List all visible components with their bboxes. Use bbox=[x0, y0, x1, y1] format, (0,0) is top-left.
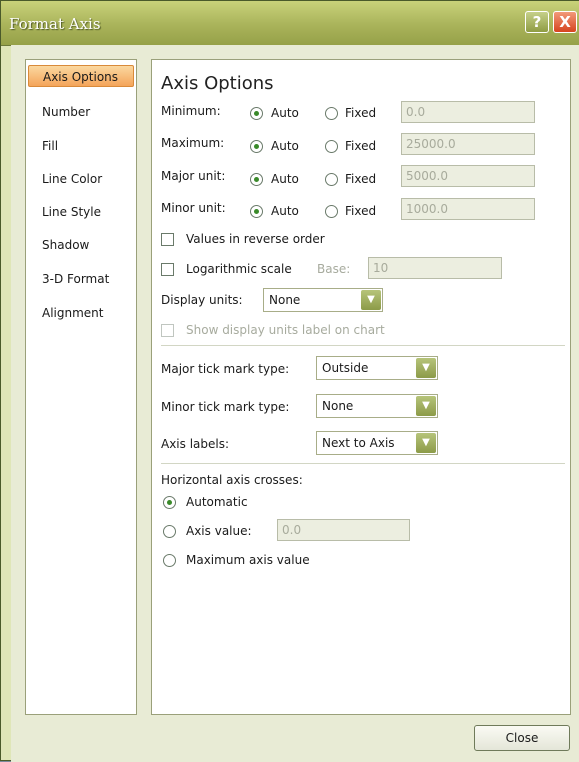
crosses-automatic-radio[interactable] bbox=[163, 496, 176, 509]
major-tick-select[interactable]: Outside ▼ bbox=[316, 356, 438, 380]
minimum-fixed-label[interactable]: Fixed bbox=[345, 106, 376, 120]
major-unit-auto-label[interactable]: Auto bbox=[271, 172, 299, 186]
maximum-fixed-label[interactable]: Fixed bbox=[345, 139, 376, 153]
chevron-down-icon[interactable]: ▼ bbox=[416, 396, 436, 416]
close-button[interactable]: Close bbox=[474, 725, 570, 751]
crosses-axis-value-label[interactable]: Axis value: bbox=[186, 524, 252, 538]
log-scale-checkbox[interactable] bbox=[161, 263, 174, 276]
minor-unit-auto-radio[interactable] bbox=[250, 205, 263, 218]
crosses-label: Horizontal axis crosses: bbox=[161, 473, 303, 487]
crosses-maximum-label[interactable]: Maximum axis value bbox=[186, 553, 310, 567]
format-axis-dialog: Format Axis ? X Axis Options Number Fill… bbox=[0, 0, 579, 762]
major-unit-fixed-label[interactable]: Fixed bbox=[345, 172, 376, 186]
minimum-fixed-radio[interactable] bbox=[325, 107, 338, 120]
crosses-maximum-radio[interactable] bbox=[163, 554, 176, 567]
major-unit-label: Major unit: bbox=[161, 169, 226, 183]
panel-heading: Axis Options bbox=[161, 73, 274, 94]
nav-item-fill[interactable]: Fill bbox=[28, 135, 134, 157]
show-units-label-text: Show display units label on chart bbox=[186, 323, 385, 337]
separator bbox=[161, 345, 565, 346]
minor-tick-select[interactable]: None ▼ bbox=[316, 394, 438, 418]
help-button[interactable]: ? bbox=[525, 11, 549, 33]
log-base-input[interactable]: 10 bbox=[368, 257, 502, 279]
display-units-select[interactable]: None ▼ bbox=[263, 288, 383, 312]
reverse-order-label[interactable]: Values in reverse order bbox=[186, 232, 325, 246]
chevron-down-icon[interactable]: ▼ bbox=[416, 358, 436, 378]
crosses-axis-value-radio[interactable] bbox=[163, 525, 176, 538]
minimum-label: Minimum: bbox=[161, 104, 221, 118]
title-bar[interactable]: Format Axis ? X bbox=[1, 1, 579, 46]
options-panel bbox=[151, 59, 571, 715]
chevron-down-icon[interactable]: ▼ bbox=[361, 290, 381, 310]
display-units-label: Display units: bbox=[161, 293, 243, 307]
minor-unit-fixed-radio[interactable] bbox=[325, 205, 338, 218]
close-window-button[interactable]: X bbox=[553, 11, 577, 33]
display-units-value: None bbox=[269, 293, 301, 307]
minor-unit-label: Minor unit: bbox=[161, 201, 226, 215]
category-nav: Axis Options Number Fill Line Color Line… bbox=[25, 59, 137, 715]
maximum-value-input[interactable]: 25000.0 bbox=[401, 133, 535, 155]
crosses-automatic-label[interactable]: Automatic bbox=[186, 495, 248, 509]
major-tick-value: Outside bbox=[322, 361, 369, 375]
nav-item-axis-options[interactable]: Axis Options bbox=[28, 65, 134, 87]
minor-unit-value-input[interactable]: 1000.0 bbox=[401, 198, 535, 220]
maximum-auto-radio[interactable] bbox=[250, 140, 263, 153]
nav-item-3d-format[interactable]: 3-D Format bbox=[28, 268, 134, 290]
nav-item-alignment[interactable]: Alignment bbox=[28, 302, 134, 324]
minimum-auto-radio[interactable] bbox=[250, 107, 263, 120]
major-unit-value-input[interactable]: 5000.0 bbox=[401, 165, 535, 187]
show-units-label-checkbox[interactable] bbox=[161, 324, 174, 337]
maximum-auto-label[interactable]: Auto bbox=[271, 139, 299, 153]
major-unit-fixed-radio[interactable] bbox=[325, 173, 338, 186]
minor-tick-value: None bbox=[322, 399, 354, 413]
minimum-value-input[interactable]: 0.0 bbox=[401, 101, 535, 123]
minimum-auto-label[interactable]: Auto bbox=[271, 106, 299, 120]
reverse-order-checkbox[interactable] bbox=[161, 233, 174, 246]
major-unit-auto-radio[interactable] bbox=[250, 173, 263, 186]
maximum-fixed-radio[interactable] bbox=[325, 140, 338, 153]
nav-item-line-color[interactable]: Line Color bbox=[28, 168, 134, 190]
minor-unit-fixed-label[interactable]: Fixed bbox=[345, 204, 376, 218]
separator bbox=[161, 463, 565, 464]
minor-unit-auto-label[interactable]: Auto bbox=[271, 204, 299, 218]
axis-labels-value: Next to Axis bbox=[322, 436, 395, 450]
minor-tick-label: Minor tick mark type: bbox=[161, 400, 290, 414]
axis-labels-select[interactable]: Next to Axis ▼ bbox=[316, 431, 438, 455]
log-base-label: Base: bbox=[317, 262, 351, 276]
nav-item-line-style[interactable]: Line Style bbox=[28, 201, 134, 223]
crosses-axis-value-input[interactable]: 0.0 bbox=[277, 519, 410, 541]
dialog-title: Format Axis bbox=[9, 15, 101, 33]
chevron-down-icon[interactable]: ▼ bbox=[416, 433, 436, 453]
major-tick-label: Major tick mark type: bbox=[161, 362, 290, 376]
log-scale-label[interactable]: Logarithmic scale bbox=[186, 262, 292, 276]
nav-item-number[interactable]: Number bbox=[28, 101, 134, 123]
maximum-label: Maximum: bbox=[161, 136, 225, 150]
axis-labels-label: Axis labels: bbox=[161, 437, 230, 451]
nav-item-shadow[interactable]: Shadow bbox=[28, 234, 134, 256]
